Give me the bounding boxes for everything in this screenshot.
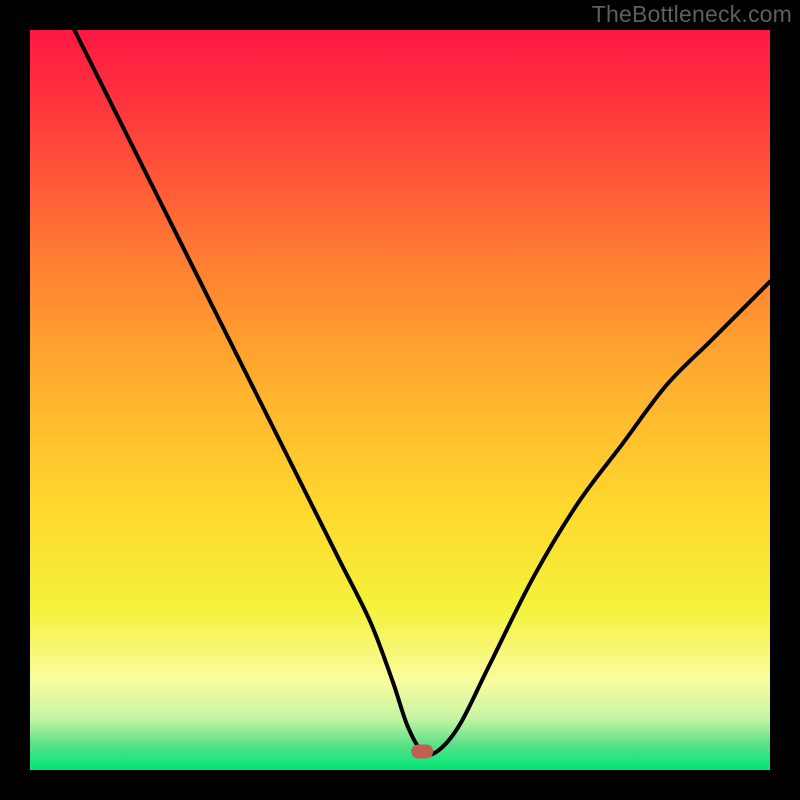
optimum-marker [411, 745, 433, 759]
chart-svg [0, 0, 800, 800]
plot-background [30, 30, 770, 770]
bottleneck-chart: TheBottleneck.com [0, 0, 800, 800]
watermark-text: TheBottleneck.com [592, 1, 792, 28]
